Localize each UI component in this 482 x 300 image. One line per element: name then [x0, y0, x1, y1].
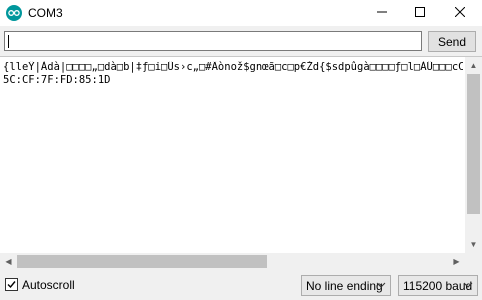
close-button[interactable]	[440, 0, 480, 26]
scroll-up-icon[interactable]: ▲	[465, 57, 482, 74]
maximize-icon	[415, 6, 425, 20]
send-row: Send	[0, 26, 482, 56]
close-icon	[454, 6, 466, 20]
bottom-bar: Autoscroll No line ending 115200 baud	[0, 270, 482, 300]
line-ending-select[interactable]: No line ending	[301, 275, 391, 296]
chevron-down-icon	[376, 279, 386, 294]
arduino-icon	[6, 5, 22, 21]
maximize-button[interactable]	[400, 0, 440, 26]
horizontal-scrollbar[interactable]: ◀ ▶	[0, 253, 465, 270]
serial-output[interactable]: {lleŸ|Àdà|□□□□„□dà□b|‡ƒ□i□Üs›c„□#Äònož$g…	[0, 56, 482, 270]
send-button[interactable]: Send	[428, 31, 476, 52]
baud-rate-select[interactable]: 115200 baud	[398, 275, 478, 296]
vertical-scrollbar[interactable]: ▲ ▼	[465, 57, 482, 253]
autoscroll-checkbox[interactable]	[5, 278, 18, 291]
window-title: COM3	[28, 6, 63, 20]
scrollbar-corner	[465, 253, 482, 270]
line-ending-value: No line ending	[306, 278, 383, 293]
scroll-down-icon[interactable]: ▼	[465, 236, 482, 253]
horizontal-scroll-thumb[interactable]	[17, 255, 267, 268]
chevron-down-icon	[463, 279, 473, 294]
baud-rate-value: 115200 baud	[403, 278, 473, 293]
vertical-scroll-thumb[interactable]	[467, 74, 480, 214]
check-icon	[7, 278, 16, 292]
scroll-left-icon[interactable]: ◀	[0, 253, 17, 270]
text-caret	[8, 35, 9, 48]
minimize-icon	[377, 6, 387, 20]
output-line: {lleŸ|Àdà|□□□□„□dà□b|‡ƒ□i□Üs›c„□#Äònož$g…	[3, 61, 463, 73]
autoscroll-label: Autoscroll	[22, 278, 75, 292]
scroll-right-icon[interactable]: ▶	[448, 253, 465, 270]
title-bar: COM3	[0, 0, 482, 26]
output-line: 5C:CF:7F:FD:85:1D	[3, 74, 111, 86]
minimize-button[interactable]	[362, 0, 402, 26]
serial-input[interactable]	[4, 31, 422, 51]
output-text: {lleŸ|Àdà|□□□□„□dà□b|‡ƒ□i□Üs›c„□#Äònož$g…	[3, 61, 463, 251]
